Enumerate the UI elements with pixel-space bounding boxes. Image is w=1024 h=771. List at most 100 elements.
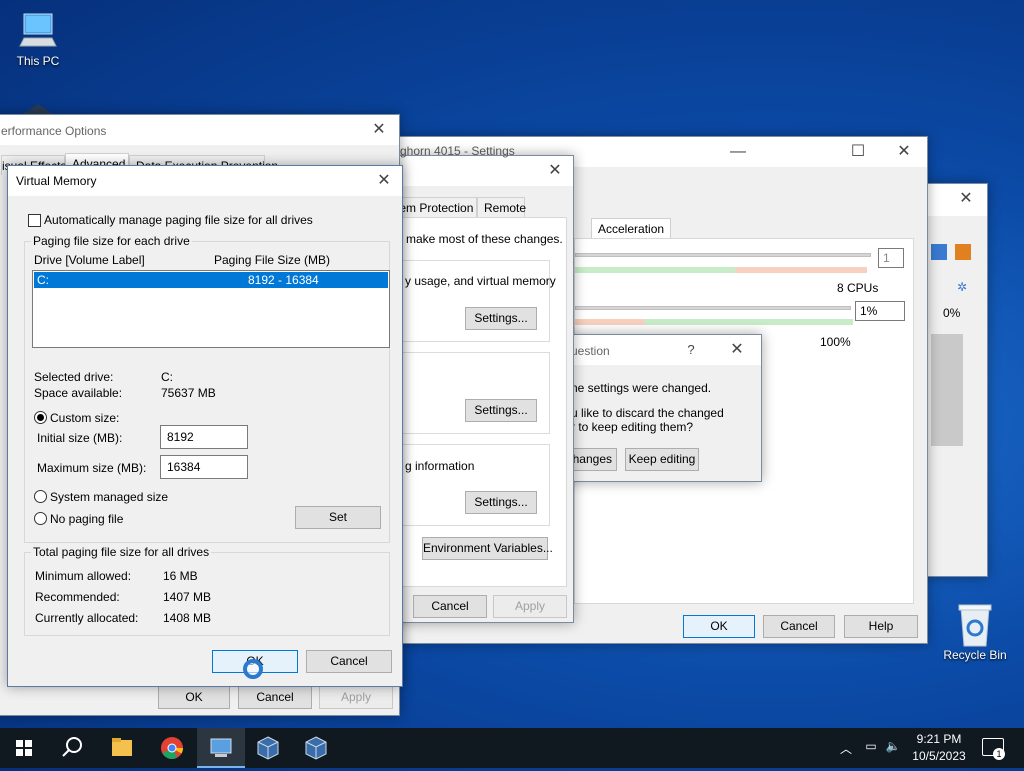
drive-list[interactable]: C: 8192 - 16384 xyxy=(32,270,390,348)
startup-description: g information xyxy=(405,459,475,473)
question-line-2: u like to discard the changed xyxy=(571,406,724,420)
performance-apply-button: Apply xyxy=(319,686,393,709)
selected-drive-value: C: xyxy=(161,370,173,384)
virtualbox-icon[interactable] xyxy=(244,728,292,768)
system-managed-radio[interactable] xyxy=(34,490,47,503)
app-icon xyxy=(931,244,947,260)
col-drive-header: Drive [Volume Label] xyxy=(34,253,145,267)
environment-variables-button[interactable]: Environment Variables... xyxy=(422,537,553,560)
set-button[interactable]: Set xyxy=(295,506,381,529)
close-icon[interactable]: ✕ xyxy=(881,137,927,167)
vm-settings-cancel-button[interactable]: Cancel xyxy=(763,615,835,638)
clock-date[interactable]: 10/5/2023 xyxy=(904,749,974,763)
chevron-up-icon[interactable]: ︿ xyxy=(838,740,854,757)
tab-remote[interactable]: Remote xyxy=(477,197,526,217)
file-explorer-icon[interactable] xyxy=(98,728,146,768)
cpu-range-bar xyxy=(575,267,867,273)
clock-time[interactable]: 9:21 PM xyxy=(904,732,974,746)
recycle-bin-desktop-icon[interactable]: Recycle Bin xyxy=(937,602,1013,662)
initial-size-input[interactable]: 8192 xyxy=(160,425,248,449)
custom-size-radio[interactable] xyxy=(34,411,47,424)
performance-description: y usage, and virtual memory xyxy=(405,274,556,288)
performance-ok-button[interactable]: OK xyxy=(158,686,230,709)
cpu-count-spinner[interactable]: 1 xyxy=(878,248,904,268)
right-percent-value: 0% xyxy=(943,306,961,320)
size-cell: 8192 - 16384 xyxy=(248,273,319,287)
question-line-3: r to keep editing them? xyxy=(571,420,694,434)
advanced-tab-panel: make most of these changes. y usage, and… xyxy=(388,217,567,587)
keep-editing-button[interactable]: Keep editing xyxy=(625,448,699,471)
recycle-bin-label: Recycle Bin xyxy=(943,648,1007,662)
system-properties-apply-button: Apply xyxy=(493,595,567,618)
help-icon[interactable]: ? xyxy=(671,335,711,365)
no-paging-label[interactable]: No paging file xyxy=(50,512,123,526)
performance-cancel-button[interactable]: Cancel xyxy=(238,686,312,709)
app-icon-2 xyxy=(955,244,971,260)
total-paging-group: Total paging file size for all drives Mi… xyxy=(24,545,390,636)
busy-cursor-icon xyxy=(243,659,263,679)
minimize-icon[interactable]: — xyxy=(715,137,761,167)
close-icon[interactable]: ✕ xyxy=(717,335,757,365)
max-size-label: Maximum size (MB): xyxy=(37,461,147,475)
recycle-bin-icon xyxy=(958,604,992,647)
auto-manage-label[interactable]: Automatically manage paging file size fo… xyxy=(44,213,313,227)
recommended-value: 1407 MB xyxy=(163,590,212,604)
performance-settings-button[interactable]: Settings... xyxy=(465,307,537,330)
system-properties-title-visible: ghorn 4015 - Settings xyxy=(400,144,515,158)
close-icon[interactable]: ✕ xyxy=(361,115,397,145)
space-available-value: 75637 MB xyxy=(161,386,216,400)
close-icon[interactable]: ✕ xyxy=(366,166,402,196)
system-properties-icon[interactable] xyxy=(197,728,245,768)
chrome-icon[interactable] xyxy=(148,728,196,768)
each-drive-group-title: Paging file size for each drive xyxy=(31,234,192,248)
max-size-input[interactable]: 16384 xyxy=(160,455,248,479)
system-properties-cancel-button[interactable]: Cancel xyxy=(413,595,487,618)
no-paging-radio[interactable] xyxy=(34,512,47,525)
system-managed-label[interactable]: System managed size xyxy=(50,490,168,504)
vm-settings-ok-button[interactable]: OK xyxy=(683,615,755,638)
notification-count: 1 xyxy=(993,748,1005,760)
preview-area xyxy=(931,334,963,446)
recommended-label: Recommended: xyxy=(35,590,120,604)
drive-list-row[interactable]: C: 8192 - 16384 xyxy=(34,272,388,288)
user-profiles-settings-button[interactable]: Settings... xyxy=(465,399,537,422)
volume-muted-icon[interactable]: 🔈 xyxy=(884,739,902,753)
tab-acceleration[interactable]: Acceleration xyxy=(591,218,672,238)
cpu-slider-track[interactable] xyxy=(575,253,871,257)
currently-allocated-label: Currently allocated: xyxy=(35,611,139,625)
currently-allocated-value: 1408 MB xyxy=(163,611,212,625)
total-paging-group-title: Total paging file size for all drives xyxy=(31,545,212,559)
min-allowed-value: 16 MB xyxy=(163,569,198,583)
performance-group: y usage, and virtual memory Settings... xyxy=(388,260,556,342)
col-size-header: Paging File Size (MB) xyxy=(214,253,331,267)
virtual-memory-title: Virtual Memory xyxy=(16,174,97,188)
exec-cap-range-bar xyxy=(575,319,853,325)
settings-glyph-icon: ✲ xyxy=(957,280,968,294)
performance-options-title: erformance Options xyxy=(1,124,107,138)
startup-recovery-group: g information Settings... xyxy=(388,444,550,526)
computer-icon xyxy=(19,13,57,47)
start-icon[interactable] xyxy=(0,728,48,768)
cpus-label: 8 CPUs xyxy=(837,281,879,295)
startup-settings-button[interactable]: Settings... xyxy=(465,491,537,514)
network-icon[interactable]: ▭ xyxy=(862,739,880,753)
close-icon[interactable]: ✕ xyxy=(537,156,573,186)
selected-drive-label: Selected drive: xyxy=(34,370,114,384)
custom-size-label[interactable]: Custom size: xyxy=(50,411,119,425)
vm-settings-help-button[interactable]: Help xyxy=(844,615,918,638)
maximize-icon[interactable]: ☐ xyxy=(835,137,881,167)
auto-manage-checkbox[interactable] xyxy=(28,214,41,227)
initial-size-label: Initial size (MB): xyxy=(37,431,123,445)
exec-cap-spinner[interactable]: 1% xyxy=(855,301,905,321)
toolbar-icons xyxy=(927,244,977,264)
close-icon[interactable]: ✕ xyxy=(943,184,989,214)
exec-cap-max-label: 100% xyxy=(820,335,851,349)
virtual-memory-cancel-button[interactable]: Cancel xyxy=(306,650,392,673)
drive-cell: C: xyxy=(37,273,49,287)
question-dialog-title: uestion xyxy=(571,344,610,358)
exec-cap-slider-track[interactable] xyxy=(575,306,851,310)
user-profiles-group: Settings... xyxy=(388,352,550,434)
this-pc-desktop-icon[interactable]: This PC xyxy=(0,10,76,68)
search-icon[interactable] xyxy=(48,728,96,768)
virtualbox-icon-2[interactable] xyxy=(292,728,340,768)
